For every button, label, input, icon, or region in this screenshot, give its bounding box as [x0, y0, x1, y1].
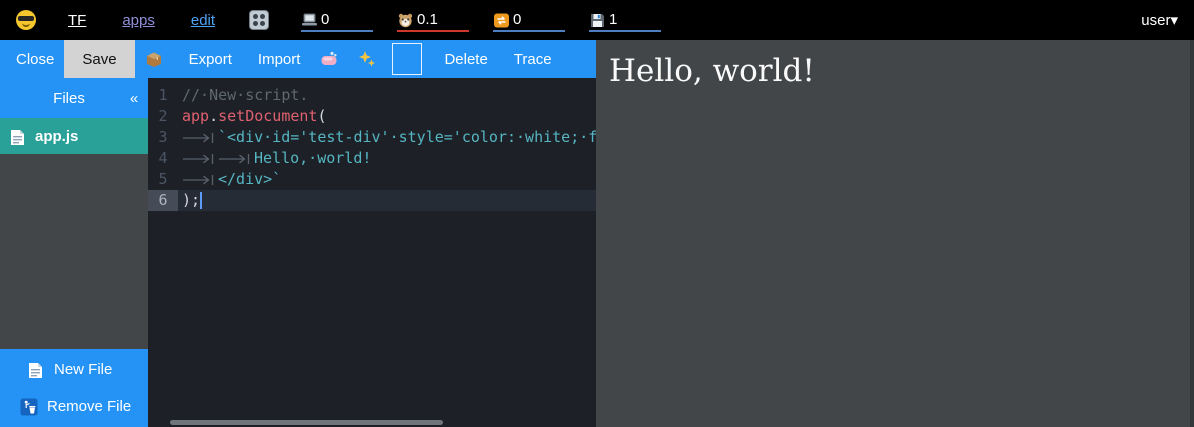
code-line[interactable]: 6); — [148, 190, 596, 211]
code-line[interactable]: 1//·New·script. — [148, 85, 596, 106]
new-file-button[interactable]: New File — [0, 352, 148, 386]
editor-pane: Close Save Export Import — [0, 40, 596, 427]
code-lines: 1//·New·script.2app.setDocument(3 `<div·i… — [148, 85, 596, 211]
files-sidebar: Files « app.js — [0, 78, 148, 427]
user-menu[interactable]: user▾ — [1141, 11, 1178, 29]
soap-icon — [320, 50, 338, 68]
code-token: ( — [317, 106, 326, 127]
code-line[interactable]: 5 </div>` — [148, 169, 596, 190]
nav-link-apps[interactable]: apps — [122, 12, 155, 29]
package-button[interactable] — [135, 40, 173, 78]
code-line[interactable]: 4 Hello,·world! — [148, 148, 596, 169]
tab-whitespace-icon — [182, 174, 218, 186]
delete-button[interactable]: Delete — [434, 40, 497, 78]
editor-toolbar: Close Save Export Import — [0, 40, 596, 78]
remove-file-label: Remove File — [47, 398, 131, 415]
code-token: setDocument — [218, 106, 317, 127]
panel-right-edge — [1190, 40, 1194, 427]
game-die-icon[interactable] — [249, 10, 269, 30]
tab-whitespace-icon — [218, 153, 254, 165]
remove-file-icon — [20, 398, 38, 416]
stat-value: 0 — [513, 11, 521, 28]
close-button[interactable]: Close — [6, 40, 64, 78]
stat-value: 0.1 — [417, 11, 438, 28]
new-file-label: New File — [54, 361, 112, 378]
code-editor[interactable]: 1//·New·script.2app.setDocument(3 `<div·i… — [148, 78, 596, 427]
tab-whitespace-icon — [182, 153, 218, 165]
horizontal-scrollbar[interactable] — [170, 420, 443, 425]
line-number: 6 — [148, 190, 178, 211]
line-number: 2 — [148, 106, 178, 127]
workspace: Files « app.js — [0, 78, 596, 427]
remove-file-button[interactable]: Remove File — [0, 390, 148, 424]
hamster-icon — [397, 13, 414, 28]
text-cursor — [200, 192, 202, 209]
file-list-empty-area — [0, 154, 148, 349]
export-button[interactable]: Export — [179, 40, 242, 78]
code-line[interactable]: 3 `<div·id='test-div'·style='color:·white… — [148, 127, 596, 148]
code-token: `<div·id='test-div'·style='color:·white;… — [218, 127, 596, 148]
code-token: . — [209, 106, 218, 127]
collapse-sidebar-button[interactable]: « — [120, 90, 148, 107]
document-icon — [10, 129, 27, 144]
stat-cpu[interactable]: 0 — [301, 8, 373, 32]
rendered-hello-text: Hello, world! — [596, 40, 1194, 89]
app-root: TF apps edit 0 0.1 0 — [0, 0, 1194, 427]
stat-saves[interactable]: 1 — [589, 8, 661, 32]
save-button[interactable]: Save — [64, 40, 134, 78]
smiling-face-sunglasses-icon[interactable] — [16, 10, 36, 30]
trace-button[interactable]: Trace — [504, 40, 562, 78]
file-actions-panel: New File Remove File — [0, 349, 148, 427]
code-token: app — [182, 106, 209, 127]
line-number: 4 — [148, 148, 178, 169]
code-token: //·New·script. — [182, 85, 308, 106]
sparkles-button[interactable] — [348, 40, 386, 78]
code-line[interactable]: 2app.setDocument( — [148, 106, 596, 127]
rendered-document-panel: Hello, world! — [596, 40, 1194, 427]
code-token: ); — [182, 190, 200, 211]
line-number: 3 — [148, 127, 178, 148]
line-number: 5 — [148, 169, 178, 190]
import-button[interactable]: Import — [248, 40, 311, 78]
soap-button[interactable] — [310, 40, 348, 78]
floppy-disk-icon — [589, 13, 606, 28]
main-area: Close Save Export Import — [0, 40, 1194, 427]
nav-link-tf[interactable]: TF — [68, 12, 86, 29]
nav-link-edit[interactable]: edit — [191, 12, 215, 29]
laptop-icon — [301, 13, 318, 28]
file-name: app.js — [35, 128, 78, 145]
stat-hamster[interactable]: 0.1 — [397, 8, 469, 32]
line-number: 1 — [148, 85, 178, 106]
files-title: Files — [0, 90, 120, 107]
sparkles-icon — [358, 50, 376, 68]
stat-repeat[interactable]: 0 — [493, 8, 565, 32]
stat-value: 1 — [609, 11, 617, 28]
tab-whitespace-icon — [182, 132, 218, 144]
stats-group: 0 0.1 0 1 — [301, 8, 661, 32]
code-token: </div>` — [218, 169, 281, 190]
stat-value: 0 — [321, 11, 329, 28]
repeat-icon — [493, 13, 510, 28]
blank-button[interactable] — [392, 43, 422, 75]
top-bar: TF apps edit 0 0.1 0 — [0, 0, 1194, 40]
file-item-appjs[interactable]: app.js — [0, 118, 148, 154]
new-file-icon — [28, 362, 45, 377]
files-header: Files « — [0, 78, 148, 118]
package-icon — [145, 50, 163, 68]
code-token: Hello,·world! — [254, 148, 371, 169]
